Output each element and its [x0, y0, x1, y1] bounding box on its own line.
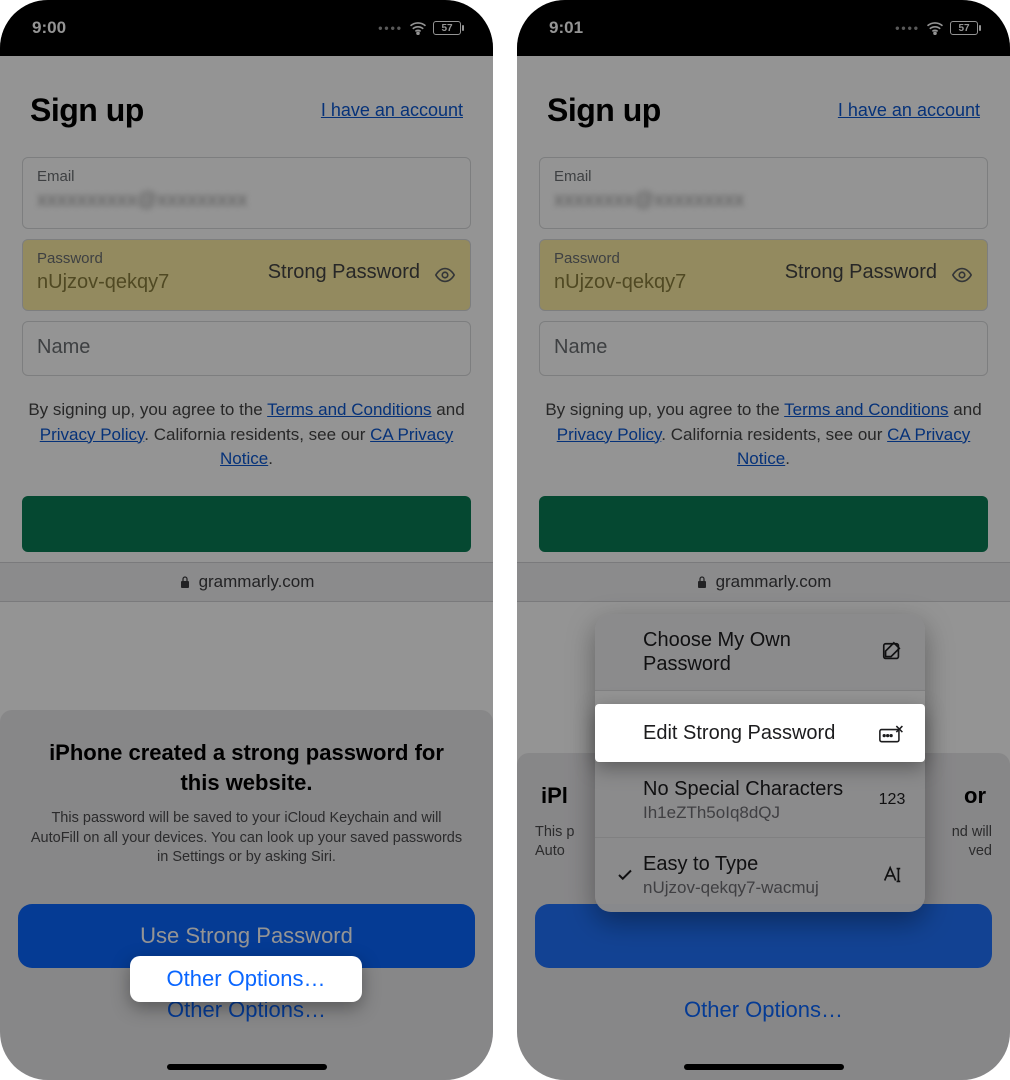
name-field[interactable]: Name	[539, 321, 988, 376]
text-cursor-icon	[877, 864, 907, 886]
strong-password-tag: Strong Password	[785, 261, 973, 284]
cellular-dots-icon: ••••	[895, 21, 920, 35]
url-text: grammarly.com	[716, 572, 832, 592]
password-label: Password	[37, 250, 169, 267]
wifi-icon	[926, 21, 944, 35]
password-label: Password	[554, 250, 686, 267]
privacy-link[interactable]: Privacy Policy	[40, 425, 145, 444]
compose-icon	[877, 641, 907, 663]
url-text: grammarly.com	[199, 572, 315, 592]
status-bar: 9:01 •••• 57	[517, 0, 1010, 56]
status-time: 9:00	[32, 18, 66, 38]
email-label: Email	[554, 168, 973, 185]
password-edit-icon	[877, 723, 907, 743]
name-placeholder: Name	[554, 336, 973, 359]
cellular-dots-icon: ••••	[378, 21, 403, 35]
edit-strong-password-highlight[interactable]: Edit Strong Password	[595, 704, 925, 762]
choose-own-password-item[interactable]: Choose My Own Password	[595, 614, 925, 691]
lock-icon	[179, 575, 191, 589]
email-label: Email	[37, 168, 456, 185]
email-value: xxxxxxxxxx@xxxxxxxxx	[37, 189, 456, 212]
password-value: nUjzov-qekqy7	[37, 271, 169, 294]
phone-right: 9:01 •••• 57 Sign up I have an account E…	[517, 0, 1010, 1080]
terms-link[interactable]: Terms and Conditions	[784, 400, 948, 419]
battery-icon: 57	[433, 21, 461, 35]
home-indicator[interactable]	[684, 1064, 844, 1070]
eye-icon[interactable]	[434, 264, 456, 286]
other-options-button[interactable]: Other Options…	[535, 980, 992, 1040]
sheet-subtitle: This password will be saved to your iClo…	[18, 809, 475, 904]
sheet-title: iPhone created a strong password for thi…	[18, 738, 475, 809]
home-indicator[interactable]	[167, 1064, 327, 1070]
have-account-link[interactable]: I have an account	[838, 100, 980, 121]
strong-password-tag: Strong Password	[268, 261, 456, 284]
email-value: xxxxxxxx@xxxxxxxxx	[554, 189, 973, 212]
email-field[interactable]: Email xxxxxxxxxx@xxxxxxxxx	[22, 157, 471, 229]
url-bar[interactable]: grammarly.com	[0, 562, 493, 602]
page-title: Sign up	[30, 92, 144, 129]
eye-icon[interactable]	[951, 264, 973, 286]
status-bar: 9:00 •••• 57	[0, 0, 493, 56]
name-field[interactable]: Name	[22, 321, 471, 376]
signup-button[interactable]	[22, 496, 471, 552]
phone-left: 9:00 •••• 57 Sign up I have an account E…	[0, 0, 493, 1080]
signup-button[interactable]	[539, 496, 988, 552]
check-icon	[613, 866, 637, 884]
url-bar[interactable]: grammarly.com	[517, 562, 1010, 602]
no-special-chars-item[interactable]: No Special Characters Ih1eZTh5oIq8dQJ 12…	[595, 763, 925, 838]
password-value: nUjzov-qekqy7	[554, 271, 686, 294]
have-account-link[interactable]: I have an account	[321, 100, 463, 121]
other-options-popover: Choose My Own Password Edit Strong Passw…	[595, 614, 925, 912]
password-sheet: iPhone created a strong password for thi…	[0, 710, 493, 1080]
other-options-highlight[interactable]: Other Options…	[130, 956, 362, 1002]
privacy-link[interactable]: Privacy Policy	[557, 425, 662, 444]
easy-to-type-item[interactable]: Easy to Type nUjzov-qekqy7-wacmuj	[595, 838, 925, 912]
page-title: Sign up	[547, 92, 661, 129]
password-field[interactable]: Password nUjzov-qekqy7 Strong Password	[539, 239, 988, 311]
numbers-icon: 123	[877, 791, 907, 809]
name-placeholder: Name	[37, 336, 456, 359]
status-time: 9:01	[549, 18, 583, 38]
password-field[interactable]: Password nUjzov-qekqy7 Strong Password	[22, 239, 471, 311]
battery-icon: 57	[950, 21, 978, 35]
legal-text: By signing up, you agree to the Terms an…	[517, 386, 1010, 484]
use-strong-password-button[interactable]	[535, 904, 992, 968]
email-field[interactable]: Email xxxxxxxx@xxxxxxxxx	[539, 157, 988, 229]
terms-link[interactable]: Terms and Conditions	[267, 400, 431, 419]
lock-icon	[696, 575, 708, 589]
legal-text: By signing up, you agree to the Terms an…	[0, 386, 493, 484]
wifi-icon	[409, 21, 427, 35]
